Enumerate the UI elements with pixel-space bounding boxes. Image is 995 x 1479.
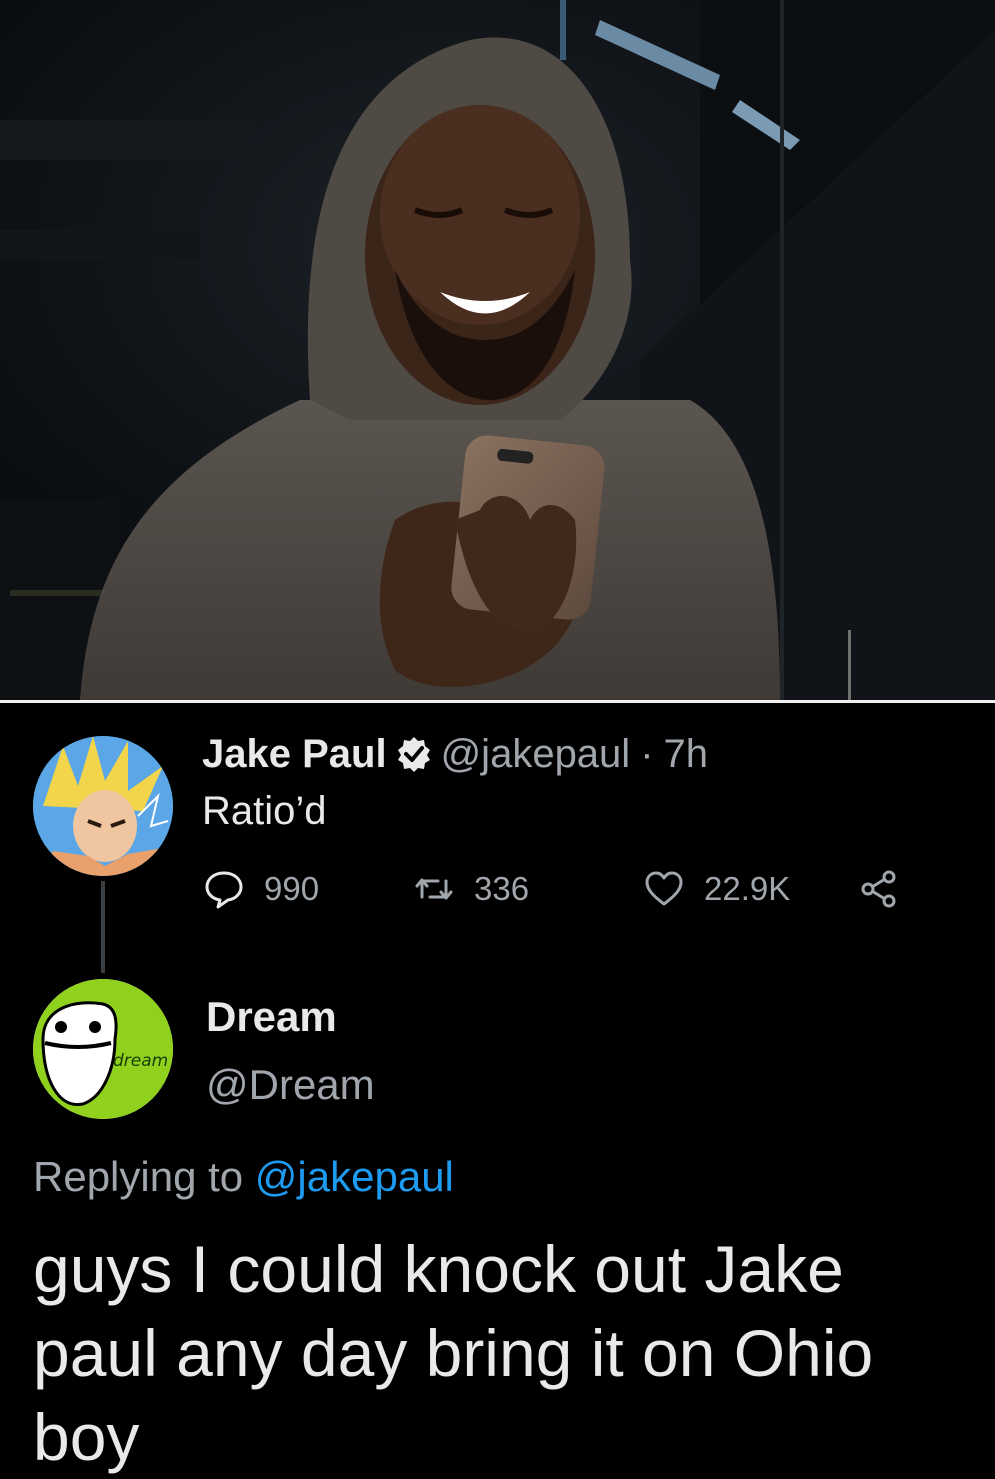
share-nodes-icon xyxy=(861,870,896,908)
tweet-text: Ratio’d xyxy=(202,789,327,833)
author-handle[interactable]: @jakepaul xyxy=(441,732,631,777)
tweet-header: Jake Paul @jakepaul · 7h xyxy=(202,729,708,779)
tweet-actions: 990 336 22.9K xyxy=(202,865,922,913)
dream-avatar-label: dream xyxy=(113,1051,168,1071)
author-name[interactable]: Jake Paul xyxy=(202,732,387,777)
reply-text: guys I could knock out Jake paul any day… xyxy=(33,1232,874,1474)
like-count: 22.9K xyxy=(704,870,791,907)
share-button[interactable] xyxy=(857,865,919,913)
dream-logo-icon: dream xyxy=(33,979,173,1119)
replying-to-line: Replying to @jakepaul xyxy=(33,1153,454,1201)
dream-avatar[interactable]: dream xyxy=(33,979,173,1119)
separator-dot: · xyxy=(640,731,654,776)
like-button[interactable]: 22.9K xyxy=(642,865,790,913)
verified-badge-icon xyxy=(395,735,433,773)
retweet-button[interactable]: 336 xyxy=(412,865,529,913)
reply-button[interactable]: 990 xyxy=(202,865,319,913)
tweet-timestamp[interactable]: 7h xyxy=(664,732,709,777)
retweet-count: 336 xyxy=(474,870,530,907)
replying-prefix: Replying to xyxy=(33,1153,244,1200)
reply-author-name[interactable]: Dream xyxy=(206,993,337,1041)
reply-count: 990 xyxy=(264,870,320,907)
speech-bubble-icon xyxy=(205,871,243,909)
photo-illustration xyxy=(0,0,995,700)
reply-author-handle[interactable]: @Dream xyxy=(206,1061,375,1109)
replying-to-handle-link[interactable]: @jakepaul xyxy=(255,1153,454,1200)
heart-icon xyxy=(645,871,683,906)
anime-avatar-icon xyxy=(33,736,173,876)
jake-paul-avatar[interactable] xyxy=(33,736,173,876)
tweet-thread: Jake Paul @jakepaul · 7h Ratio’d 990 336 xyxy=(0,703,995,1474)
thread-connector-line xyxy=(101,881,105,973)
retweet-arrows-icon xyxy=(415,878,453,900)
meme-photo xyxy=(0,0,995,700)
